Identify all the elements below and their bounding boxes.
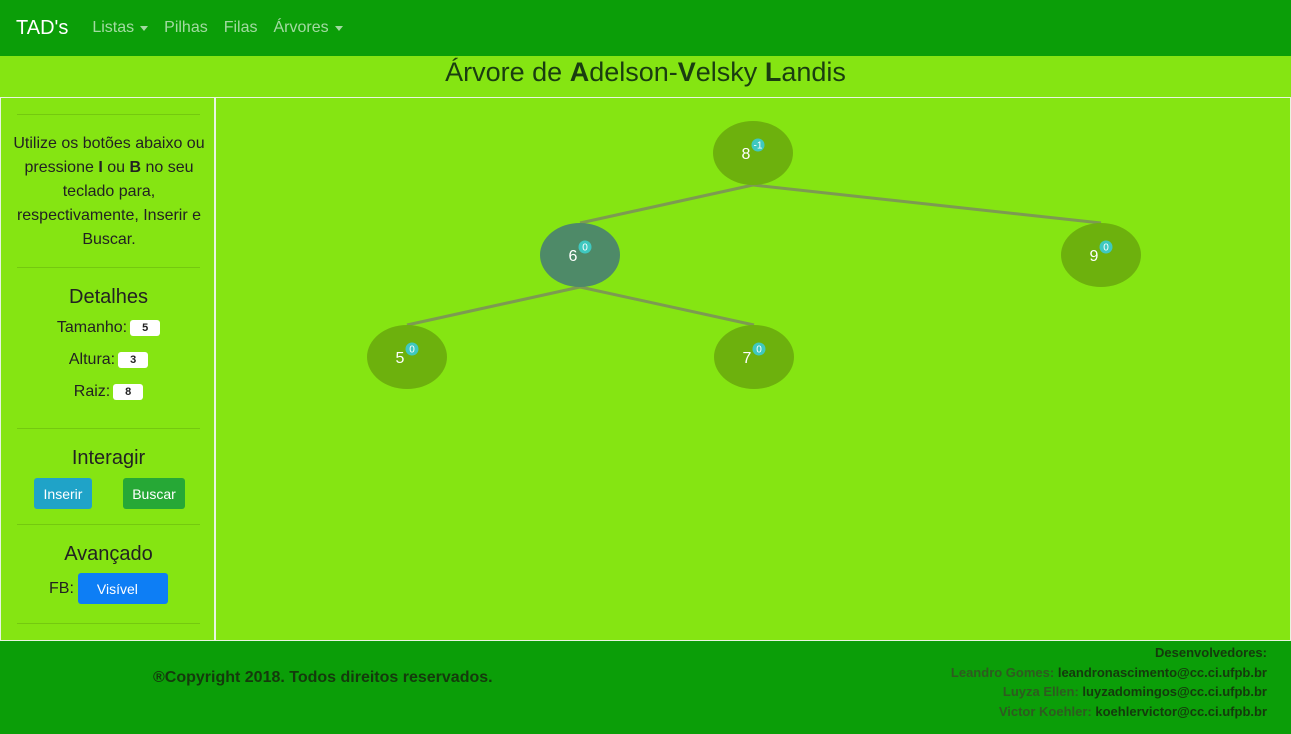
tree-edge [406, 285, 581, 327]
tree-edge [752, 183, 1102, 225]
divider [17, 267, 200, 268]
developer-email[interactable]: leandronascimento@cc.ci.ufpb.br [1058, 665, 1267, 680]
instructions-text: Utilize os botões abaixo ou pressione I … [13, 132, 205, 252]
copyright-text: ®Copyright 2018. Todos direitos reservad… [153, 669, 493, 686]
title-a-rest: delson- [589, 57, 678, 87]
detail-root: Raiz: 8 [1, 383, 216, 401]
balance-factor-value: 0 [1103, 243, 1109, 254]
height-badge: 3 [118, 351, 149, 368]
interact-title: Interagir [71, 447, 146, 469]
nav-filas[interactable]: Filas [224, 19, 258, 37]
nav-pilhas-label: Pilhas [164, 19, 208, 36]
title-v-rest: elsky [695, 57, 765, 87]
developer-row: Leandro Gomes: leandronascimento@cc.ci.u… [951, 663, 1267, 683]
nav-arvores[interactable]: Árvores [274, 19, 343, 37]
tree-node[interactable]: 60 [540, 223, 620, 287]
tree-node-key: 7 [743, 350, 752, 367]
fb-row: FB: Visível [49, 573, 168, 604]
title-v-bold: V [677, 57, 696, 87]
tree-node-shape [367, 325, 447, 389]
root-label: Raiz: [73, 383, 111, 400]
footer: ®Copyright 2018. Todos direitos reservad… [0, 641, 1291, 734]
tree-node[interactable]: 90 [1061, 223, 1141, 287]
tree-node-shape [1061, 223, 1141, 287]
developer-name: Leandro Gomes: [950, 664, 1055, 680]
tree-node-key: 8 [742, 146, 751, 163]
fb-label: FB: [49, 579, 74, 597]
balance-factor-value: 0 [409, 345, 415, 356]
avl-tree-diagram: 8 -16 0 9 05 0 7 0 [367, 121, 1141, 389]
divider [17, 623, 200, 624]
instructions-part2: ou [102, 159, 130, 176]
developer-email[interactable]: luyzadomingos@cc.ci.ufpb.br [1082, 684, 1267, 699]
instructions-key-b: B [129, 159, 142, 176]
balance-factor-value: 0 [756, 345, 762, 356]
size-label: Tamanho: [56, 319, 128, 336]
caret-down-icon [334, 25, 343, 31]
tree-node-shape [540, 223, 620, 287]
tree-canvas: 8 -1 6 0 9 0 5 0 7 0 [215, 97, 1291, 641]
brand-link[interactable]: TAD's [16, 17, 68, 40]
title-l-rest: andis [781, 57, 846, 87]
divider [17, 428, 200, 429]
nav-arvores-label: Árvores [273, 19, 329, 36]
developers-list: Desenvolvedores: Leandro Gomes: leandron… [951, 643, 1267, 721]
root-badge: 8 [113, 383, 144, 400]
title-prefix: Árvore de [445, 57, 570, 87]
detail-size: Tamanho: 5 [1, 319, 216, 337]
tree-node[interactable]: 70 [714, 325, 794, 389]
caret-down-icon [140, 25, 149, 31]
tree-edge [579, 285, 755, 327]
fb-visible-button[interactable]: Visível [77, 573, 168, 604]
divider [17, 524, 200, 525]
insert-button[interactable]: Inserir [34, 478, 92, 509]
height-label: Altura: [68, 351, 116, 368]
tree-node[interactable]: 8 -1 [713, 121, 793, 185]
size-badge: 5 [130, 319, 161, 336]
advanced-title: Avançado [64, 543, 153, 565]
tree-edge [579, 183, 754, 225]
tree-node-shape [714, 325, 794, 389]
tree-node-key: 9 [1090, 248, 1099, 265]
balance-factor-value: 0 [582, 243, 588, 254]
developer-row: Victor Koehler: koehlervictor@cc.ci.ufpb… [951, 702, 1267, 722]
nav-filas-label: Filas [223, 19, 258, 36]
nav-listas[interactable]: Listas [92, 19, 149, 37]
developer-row: Luyza Ellen: luyzadomingos@cc.ci.ufpb.br [951, 682, 1267, 702]
navbar: TAD's Listas Pilhas Filas Árvores [0, 0, 1291, 56]
sidebar: Utilize os botões abaixo ou pressione I … [0, 97, 215, 641]
detail-height: Altura: 3 [1, 351, 216, 369]
tree-node-key: 6 [569, 248, 578, 265]
developers-title: Desenvolvedores: [1155, 645, 1267, 660]
page-title: Árvore de Adelson-Velsky Landis [0, 56, 1291, 97]
title-a-bold: A [569, 57, 590, 87]
tree-node-key: 5 [396, 350, 405, 367]
nav-listas-label: Listas [92, 19, 135, 36]
tree-node[interactable]: 50 [367, 325, 447, 389]
balance-factor-value: -1 [754, 141, 763, 152]
tree-node-shape [713, 121, 793, 185]
divider [17, 114, 200, 115]
search-button[interactable]: Buscar [123, 478, 185, 509]
developer-name: Luyza Ellen: [1002, 684, 1079, 699]
developer-email[interactable]: koehlervictor@cc.ci.ufpb.br [1095, 704, 1267, 719]
title-l-bold: L [764, 57, 782, 87]
developer-name: Victor Koehler: [998, 703, 1092, 719]
details-title: Detalhes [69, 286, 148, 308]
nav-pilhas[interactable]: Pilhas [164, 19, 208, 37]
